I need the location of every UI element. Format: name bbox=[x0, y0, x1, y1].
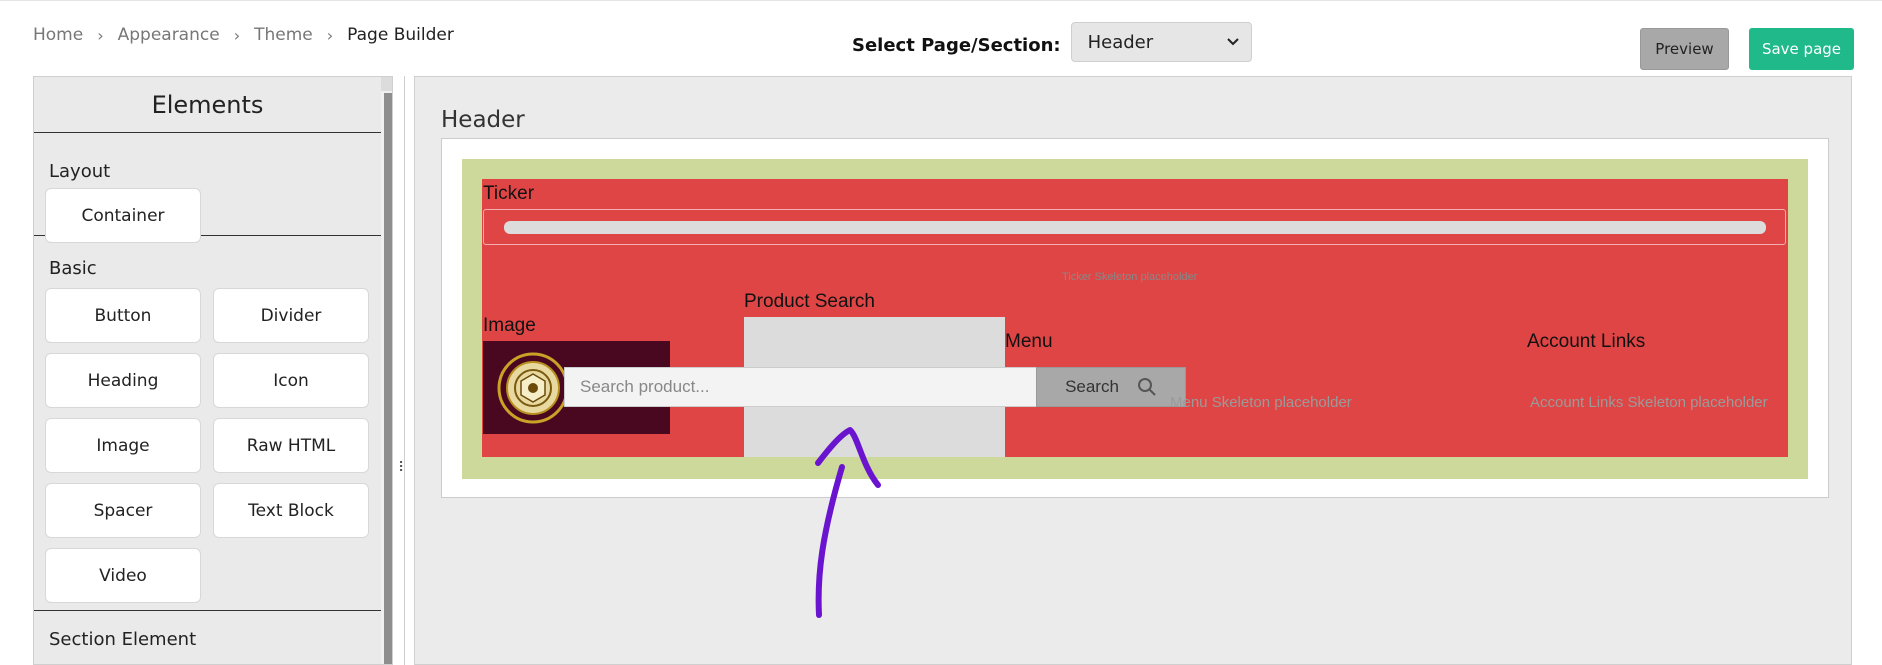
element-icon[interactable]: Icon bbox=[213, 353, 369, 408]
chevron-right-icon: › bbox=[326, 25, 334, 45]
scrollbar-thumb[interactable] bbox=[384, 93, 392, 664]
ticker-placeholder: Ticker Skeleton placeholder bbox=[1062, 271, 1198, 283]
ticker-label: Ticker bbox=[483, 183, 535, 204]
canvas-section-title: Header bbox=[441, 107, 525, 133]
breadcrumb-current: Page Builder bbox=[347, 25, 454, 45]
account-links-placeholder: Account Links Skeleton placeholder bbox=[1530, 394, 1768, 411]
element-video[interactable]: Video bbox=[45, 548, 201, 603]
element-text-block[interactable]: Text Block bbox=[213, 483, 369, 538]
section-select-label: Select Page/Section: bbox=[852, 34, 1061, 56]
product-search-label: Product Search bbox=[744, 291, 875, 312]
top-bar: Home › Appearance › Theme › Page Builder… bbox=[0, 0, 1882, 74]
annotation-arrow bbox=[815, 427, 881, 618]
elements-panel-title: Elements bbox=[34, 77, 381, 133]
group-label-basic: Basic bbox=[49, 258, 97, 279]
builder-canvas: Header Ticker Ticker Skeleton placeholde… bbox=[414, 76, 1852, 665]
header-row[interactable]: Ticker Ticker Skeleton placeholder Image bbox=[482, 179, 1788, 457]
section-select[interactable]: Header bbox=[1070, 22, 1252, 62]
scroll-up-arrow[interactable] bbox=[381, 77, 392, 91]
breadcrumb-home[interactable]: Home bbox=[33, 25, 83, 45]
breadcrumb-appearance[interactable]: Appearance bbox=[118, 25, 220, 45]
breadcrumb: Home › Appearance › Theme › Page Builder bbox=[33, 25, 454, 45]
basic-group: Basic Button Divider Heading Icon Image … bbox=[34, 236, 381, 611]
section-select-value: Header bbox=[1087, 31, 1154, 53]
element-container[interactable]: Container bbox=[45, 188, 201, 243]
basic-items: Button Divider Heading Icon Image Raw HT… bbox=[34, 288, 381, 603]
menu-label: Menu bbox=[1005, 331, 1053, 352]
ticker-block[interactable] bbox=[483, 209, 1786, 245]
section-dropzone[interactable]: Ticker Ticker Skeleton placeholder Image bbox=[441, 138, 1829, 498]
search-button[interactable]: Search bbox=[1036, 367, 1186, 407]
drag-handle-icon[interactable]: ⠇ bbox=[398, 460, 408, 476]
menu-placeholder: Menu Skeleton placeholder bbox=[1170, 394, 1352, 411]
panel-divider bbox=[404, 76, 405, 665]
element-image[interactable]: Image bbox=[45, 418, 201, 473]
chevron-right-icon: › bbox=[97, 25, 104, 45]
element-button[interactable]: Button bbox=[45, 288, 201, 343]
preview-button[interactable]: Preview bbox=[1640, 28, 1729, 70]
layout-items: Container bbox=[34, 188, 381, 243]
search-input[interactable]: Search product... bbox=[564, 367, 1040, 407]
element-divider[interactable]: Divider bbox=[213, 288, 369, 343]
group-label-section-element: Section Element bbox=[49, 629, 197, 650]
chevron-right-icon: › bbox=[233, 25, 241, 45]
image-label: Image bbox=[483, 315, 536, 336]
section-select-group: Select Page/Section: Header bbox=[852, 22, 1252, 62]
breadcrumb-theme[interactable]: Theme bbox=[254, 25, 313, 45]
container-block[interactable]: Ticker Ticker Skeleton placeholder Image bbox=[462, 159, 1808, 479]
element-heading[interactable]: Heading bbox=[45, 353, 201, 408]
elements-scrollbar[interactable] bbox=[381, 77, 392, 664]
element-raw-html[interactable]: Raw HTML bbox=[213, 418, 369, 473]
element-spacer[interactable]: Spacer bbox=[45, 483, 201, 538]
chevron-down-icon bbox=[1226, 38, 1239, 46]
save-page-button[interactable]: Save page bbox=[1749, 28, 1854, 70]
ticker-skeleton bbox=[504, 221, 1766, 234]
elements-panel: Elements Layout Container Basic Button D… bbox=[33, 76, 393, 665]
search-icon bbox=[1137, 378, 1156, 396]
search-button-label: Search bbox=[1065, 377, 1119, 396]
group-label-layout: Layout bbox=[49, 161, 111, 182]
mandala-logo-icon bbox=[497, 352, 569, 423]
account-links-label: Account Links bbox=[1527, 331, 1646, 352]
layout-group: Layout Container bbox=[34, 133, 381, 243]
